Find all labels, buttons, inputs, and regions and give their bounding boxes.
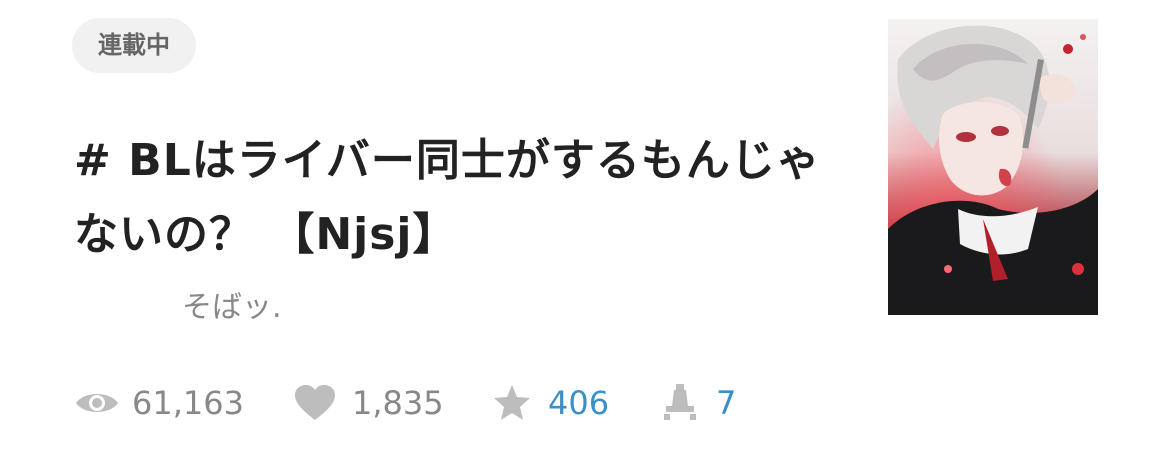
- cover-image[interactable]: [888, 19, 1098, 315]
- status-badge-label: 連載中: [98, 31, 170, 59]
- stamp-icon: [662, 382, 698, 426]
- status-badge: 連載中: [72, 18, 196, 73]
- eye-icon: [74, 388, 120, 422]
- author-name[interactable]: そばッ.: [182, 282, 282, 326]
- star-icon: [492, 384, 532, 426]
- story-title[interactable]: # BLはライバー同士がするもんじゃないの？ 【Njsj】: [74, 124, 854, 272]
- comments-count: 7: [716, 384, 737, 422]
- story-card[interactable]: 連載中 # BLはライバー同士がするもんじゃないの？ 【Njsj】 そばッ. 6…: [0, 0, 1170, 458]
- stars-count: 406: [548, 384, 610, 422]
- cover-illustration: [888, 19, 1098, 315]
- views-count: 61,163: [132, 384, 244, 422]
- likes-count: 1,835: [352, 384, 444, 422]
- heart-icon: [294, 384, 336, 426]
